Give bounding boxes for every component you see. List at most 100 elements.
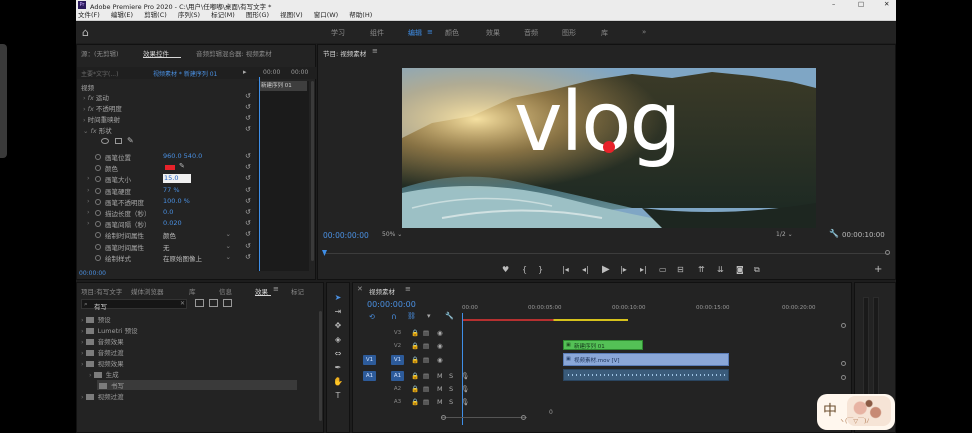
param-row[interactable]: 画笔时间属性 无 ⌄ [77,242,253,252]
sync-lock-icon[interactable]: ▤ [423,385,429,393]
ellipse-mask-icon[interactable] [101,138,109,144]
lock-icon[interactable]: 🔒 [411,398,419,406]
video-frame[interactable]: vlog [402,68,816,228]
close-button[interactable]: ✕ [884,0,889,8]
video-track-header[interactable]: V2 🔒 ▤ ◉ [353,341,473,353]
resolution-select[interactable]: 1/2 ⌄ [776,231,793,238]
lock-icon[interactable]: 🔒 [411,356,419,364]
effects-tree-item[interactable]: › 音频效果 [81,336,124,346]
yuv-filter-icon[interactable] [223,299,232,307]
reset-icon[interactable]: ↺ [245,208,251,216]
timeline-ruler[interactable]: 00:00 00:00:05:00 00:00:10:00 00:00:15:0… [462,305,848,323]
effects-tree-item[interactable]: › 音频过渡 [81,347,124,357]
extract-icon[interactable]: ⇊ [717,265,724,274]
stopwatch-icon[interactable] [95,176,101,183]
lock-icon[interactable]: 🔒 [411,329,419,337]
step-forward-icon[interactable]: |▸ [620,265,627,274]
sync-lock-icon[interactable]: ▤ [423,372,429,380]
timeline-timecode[interactable]: 00:00:00:00 [367,300,416,309]
param-row[interactable]: › 描边长度（秒） 0.0 [77,208,253,218]
tab-source[interactable]: 源：(无剪辑) [81,48,119,58]
effects-tree-item[interactable]: › Lumetri 预设 [81,325,138,335]
ec-playhead[interactable] [259,77,260,271]
linked-selection-icon[interactable]: ⛓ [407,312,416,320]
reset-icon[interactable]: ↺ [245,197,251,205]
clear-search-icon[interactable]: ✕ [180,300,185,307]
solo-button[interactable]: S [449,385,453,393]
marker-icon[interactable]: ♥ [502,265,509,274]
eye-icon[interactable]: ◉ [437,342,443,350]
timeline-zoom-scrollbar[interactable] [441,415,527,420]
reset-icon[interactable]: ↺ [245,174,251,182]
workspace-editing[interactable]: 编辑 [408,28,422,38]
compare-icon[interactable]: ⧉ [754,265,760,275]
param-row[interactable]: 画笔位置 960.0 540.0 [77,152,253,162]
slip-tool-icon[interactable]: ⇔ [331,349,345,361]
expand-chevron-icon[interactable]: › [89,371,92,379]
mic-icon[interactable]: 🎙 [461,372,469,380]
param-row[interactable]: › 画笔硬度 77 % [77,186,253,196]
mic-icon[interactable]: 🎙 [461,385,469,393]
param-row[interactable]: 颜色 ✎ [77,162,253,173]
stopwatch-icon[interactable] [95,154,101,160]
sync-lock-icon[interactable]: ▤ [423,398,429,406]
play-only-icon[interactable]: ▸ [243,68,247,76]
mic-icon[interactable]: 🎙 [461,398,469,406]
param-row[interactable]: 绘制时间属性 颜色 ⌄ [77,230,253,240]
menu-sequence[interactable]: 序列(S) [178,10,200,21]
expand-chevron-icon[interactable]: › [81,349,84,357]
mute-button[interactable]: M [437,372,443,380]
workspace-graphics[interactable]: 图形 [562,28,576,38]
param-row[interactable]: 绘制样式 在原始图像上 ⌄ [77,253,253,263]
expand-chevron-icon[interactable]: › [81,360,84,368]
reset-icon[interactable]: ↺ [245,114,251,122]
ec-scrollbar[interactable] [311,81,314,261]
clip-nested-sequence[interactable]: ▣ 新建序列 01 [563,340,643,350]
video-track-header[interactable]: V1 V1 🔒 ▤ ◉ [353,355,473,367]
timeline-settings-icon[interactable]: 🔧 [445,312,454,320]
timeline-tab[interactable]: 视频素材 [369,286,395,296]
eye-icon[interactable]: ◉ [437,329,443,337]
go-to-out-icon[interactable]: ▸| [640,265,647,274]
param-row[interactable]: › 画笔大小 15.0 [77,174,253,184]
hand-tool-icon[interactable]: ✋ [331,377,345,389]
sync-lock-icon[interactable]: ▤ [423,342,429,350]
tab-audio-mixer[interactable]: 音频剪辑混合器: 视频素材 [196,48,272,58]
stopwatch-icon[interactable] [95,232,101,239]
home-icon[interactable]: ⌂ [82,26,89,39]
tab-markers[interactable]: 标记 [291,286,304,296]
wrench-icon[interactable]: 🔧 [829,229,839,238]
tab-project[interactable]: 项目:有写文字 [81,286,122,296]
reset-icon[interactable]: ↺ [245,92,251,100]
clip-video-source[interactable]: ▣ 视频素材.mov [V] [563,353,729,366]
expand-chevron-icon[interactable]: › [81,327,84,335]
solo-button[interactable]: S [449,372,453,380]
snap-icon[interactable]: ∩ [391,312,397,321]
reset-icon[interactable]: ↺ [245,253,251,261]
track-target[interactable]: V2 [391,341,404,351]
menu-edit[interactable]: 编辑(E) [111,10,133,21]
expand-chevron-icon[interactable]: › [81,338,84,346]
video-track-header[interactable]: V3 🔒 ▤ ◉ [353,328,473,340]
effects-tree-item[interactable]: 书写 [97,380,297,390]
timeline-close-icon[interactable]: ✕ [357,285,363,293]
v-scroll-handle-low[interactable] [841,375,846,380]
menu-graphics[interactable]: 图形(G) [246,10,269,21]
lock-icon[interactable]: 🔒 [411,342,419,350]
lock-icon[interactable]: 🔒 [411,372,419,380]
audio-track-header[interactable]: A3 🔒 ▤ M S 🎙 [353,397,473,409]
rect-mask-icon[interactable] [115,138,122,144]
expand-chevron-icon[interactable]: › [81,393,84,401]
reset-icon[interactable]: ↺ [245,103,251,111]
reset-icon[interactable]: ↺ [245,125,251,133]
param-dropdown[interactable]: 无 ⌄ [163,242,231,252]
effects-search-box[interactable]: ⌕ 有写 ✕ [81,299,187,311]
work-area-bar[interactable] [462,319,628,321]
mute-button[interactable]: M [437,385,443,393]
mute-button[interactable]: M [437,398,443,406]
clip-audio[interactable] [563,369,729,381]
stopwatch-icon[interactable] [95,165,101,172]
track-target[interactable]: V3 [391,328,404,338]
reset-icon[interactable]: ↺ [245,186,251,194]
param-row[interactable]: › 画笔不透明度 100.0 % [77,197,253,207]
